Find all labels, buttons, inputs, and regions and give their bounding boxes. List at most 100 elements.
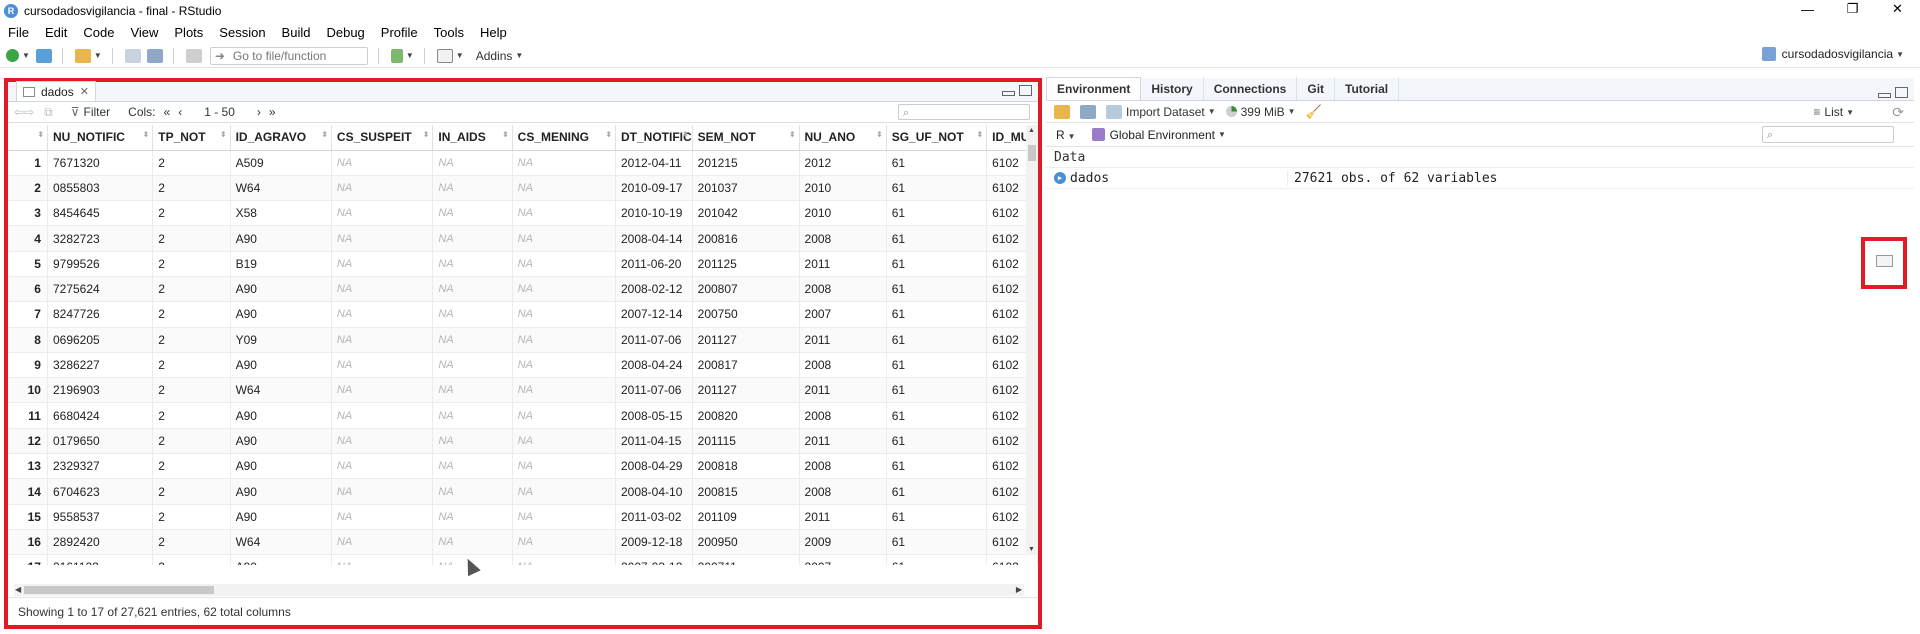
tab-dados[interactable]: dados ✕ <box>16 81 96 101</box>
go-to-file-input[interactable]: ➜ Go to file/function <box>209 46 368 65</box>
save-button[interactable] <box>124 46 141 66</box>
print-button[interactable] <box>185 46 202 66</box>
close-tab-icon[interactable]: ✕ <box>80 85 89 98</box>
maximize-pane-icon[interactable] <box>1019 85 1032 96</box>
new-project-button[interactable] <box>35 46 52 66</box>
env-object-row[interactable]: ▶ dados 27621 obs. of 62 variables <box>1046 167 1914 189</box>
viewer-search-input[interactable]: ⌕ <box>898 104 1030 120</box>
vcs-button[interactable]: ▼ <box>390 46 414 66</box>
scroll-thumb[interactable] <box>24 586 214 594</box>
vertical-scrollbar[interactable]: ▲ ▼ <box>1026 125 1038 555</box>
clear-workspace-button[interactable]: 🧹 <box>1306 104 1322 120</box>
table-row[interactable]: 3 8454645 2 X58 NA NA NA 2010-10-19 201042 2010 61… <box>8 200 1038 227</box>
table-row[interactable]: 9 3286227 2 A90 NA NA NA 2008-04-24 200817 2008 61… <box>8 352 1038 379</box>
menu-debug[interactable]: Debug <box>318 25 372 40</box>
table-row[interactable]: 1 7671320 2 A509 NA NA NA 2012-04-11 201215 2012 6… <box>8 150 1038 176</box>
maximize-pane-icon[interactable] <box>1895 87 1908 98</box>
addins-button[interactable]: Addins ▼ <box>476 46 524 66</box>
table-row[interactable]: 16 2892420 2 W64 NA NA NA 2009-12-18 200950 2009 6… <box>8 529 1038 556</box>
sort-icon[interactable]: ⬍ <box>789 130 796 139</box>
menu-edit[interactable]: Edit <box>37 25 75 40</box>
save-workspace-button[interactable] <box>1080 104 1096 119</box>
language-selector[interactable]: R ▼ <box>1056 128 1076 142</box>
tab-history[interactable]: History <box>1141 77 1204 100</box>
column-header[interactable]: SG_UF_NOT ⬍ <box>886 125 988 151</box>
table-row[interactable]: 5 9799526 2 B19 NA NA NA 2011-06-20 201125 2011 61… <box>8 251 1038 277</box>
column-header[interactable]: ID_AGRAVO ⬍ <box>230 125 332 151</box>
tab-tutorial[interactable]: Tutorial <box>1335 77 1400 100</box>
tab-connections[interactable]: Connections <box>1204 77 1298 100</box>
tab-environment[interactable]: Environment <box>1046 77 1142 100</box>
table-row[interactable]: 2 0855803 2 W64 NA NA NA 2010-09-17 201037 2010 61… <box>8 175 1038 202</box>
table-row[interactable]: 7 8247726 2 A90 NA NA NA 2007-12-14 200750 2007 61… <box>8 301 1038 328</box>
table-row[interactable]: 12 0179650 2 A90 NA NA NA 2011-04-15 201115 2011 6… <box>8 428 1038 455</box>
table-row[interactable]: 15 9558537 2 A90 NA NA NA 2011-03-02 201109 2011 6… <box>8 504 1038 530</box>
close-button[interactable]: ✕ <box>1875 0 1920 18</box>
column-header[interactable]: NU_ANO ⬍ <box>799 125 887 151</box>
table-row[interactable]: 11 6680424 2 A90 NA NA NA 2008-05-15 200820 2008 6… <box>8 402 1038 429</box>
table-row[interactable]: 14 6704623 2 A90 NA NA NA 2008-04-10 200815 2008 6… <box>8 478 1038 505</box>
menu-code[interactable]: Code <box>75 25 122 40</box>
first-cols-icon[interactable]: « <box>164 105 171 119</box>
tab-git[interactable]: Git <box>1297 77 1336 100</box>
row-number-header[interactable]: ⬍ <box>8 125 48 151</box>
minimize-pane-icon[interactable] <box>1002 91 1015 96</box>
sort-icon[interactable]: ⬍ <box>976 130 983 139</box>
next-cols-icon[interactable]: › <box>257 105 261 119</box>
column-header[interactable]: IN_AIDS ⬍ <box>432 125 513 151</box>
table-row[interactable]: 8 0696205 2 Y09 NA NA NA 2011-07-06 201127 2011 61… <box>8 327 1038 353</box>
save-all-button[interactable] <box>146 46 163 66</box>
sort-icon[interactable]: ⬍ <box>502 130 509 139</box>
menu-plots[interactable]: Plots <box>166 25 211 40</box>
view-data-button[interactable] <box>1861 237 1907 289</box>
menu-help[interactable]: Help <box>472 25 515 40</box>
open-file-button[interactable]: ▼ <box>74 46 102 66</box>
menu-build[interactable]: Build <box>274 25 319 40</box>
sort-icon[interactable]: ⬍ <box>220 130 227 139</box>
popout-icon[interactable]: ⧉ <box>44 105 53 120</box>
filter-button[interactable]: ⊽ Filter <box>71 105 110 119</box>
prev-cols-icon[interactable]: ‹ <box>178 105 182 119</box>
minimize-pane-icon[interactable] <box>1878 93 1891 98</box>
sort-icon[interactable]: ⬍ <box>605 130 612 139</box>
column-header[interactable]: CS_SUSPEIT ⬍ <box>331 125 434 151</box>
sort-icon[interactable]: ⬍ <box>682 130 689 139</box>
menu-session[interactable]: Session <box>211 25 273 40</box>
table-row[interactable]: 1721611222A90NANANA2007-03-1220071120076… <box>8 554 1038 565</box>
sort-icon[interactable]: ⬍ <box>37 130 44 139</box>
list-view-button[interactable]: ≡ List ▼ <box>1813 105 1854 119</box>
table-row[interactable]: 10 2196903 2 W64 NA NA NA 2011-07-06 201127 2011 6… <box>8 377 1038 404</box>
menu-tools[interactable]: Tools <box>426 25 472 40</box>
maximize-button[interactable]: ❐ <box>1830 0 1875 18</box>
refresh-icon[interactable]: ⟳ <box>1892 104 1904 121</box>
column-header[interactable]: DT_NOTIFIC ⬍ <box>615 125 693 151</box>
menu-view[interactable]: View <box>122 25 166 40</box>
environment-selector[interactable]: Global Environment ▼ <box>1091 128 1226 142</box>
column-header[interactable]: CS_MENING ⬍ <box>512 125 616 151</box>
menu-profile[interactable]: Profile <box>373 25 426 40</box>
scroll-thumb[interactable] <box>1028 145 1036 161</box>
table-row[interactable]: 6 7275624 2 A90 NA NA NA 2008-02-12 200807 2008 61… <box>8 276 1038 303</box>
sort-icon[interactable]: ⬍ <box>143 130 150 139</box>
memory-usage-button[interactable]: 399 MiB ▼ <box>1225 105 1296 119</box>
scroll-up-icon[interactable]: ▲ <box>1028 127 1035 134</box>
menu-file[interactable]: File <box>0 25 37 40</box>
pane-layout-button[interactable]: ▼ <box>436 46 464 66</box>
sort-icon[interactable]: ⬍ <box>321 130 328 139</box>
column-header[interactable]: NU_NOTIFIC ⬍ <box>47 125 154 151</box>
sort-icon[interactable]: ⬍ <box>876 130 883 139</box>
horizontal-scrollbar[interactable]: ◀ ▶ <box>14 584 1024 596</box>
table-row[interactable]: 13 2329327 2 A90 NA NA NA 2008-04-29 200818 2008 6… <box>8 453 1038 480</box>
scroll-right-icon[interactable]: ▶ <box>1016 585 1022 594</box>
column-header[interactable]: SEM_NOT ⬍ <box>692 125 800 151</box>
project-menu[interactable]: cursodadosvigilancia ▼ <box>1761 47 1904 61</box>
load-workspace-button[interactable] <box>1054 104 1070 119</box>
column-header[interactable]: TP_NOT ⬍ <box>152 125 231 151</box>
new-file-button[interactable]: ▼ <box>6 46 30 66</box>
last-cols-icon[interactable]: » <box>269 105 276 119</box>
expand-icon[interactable]: ▶ <box>1054 172 1066 184</box>
table-row[interactable]: 4 3282723 2 A90 NA NA NA 2008-04-14 200816 2008 61… <box>8 225 1038 252</box>
sort-icon[interactable]: ⬍ <box>423 130 430 139</box>
scroll-left-icon[interactable]: ◀ <box>15 585 21 594</box>
minimize-button[interactable]: — <box>1785 0 1830 18</box>
